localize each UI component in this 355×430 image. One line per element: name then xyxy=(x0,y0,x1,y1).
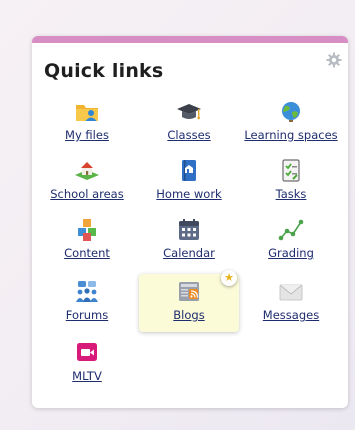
quick-link-home-work[interactable]: Home work xyxy=(139,157,239,209)
quick-link-label: MLTV xyxy=(72,369,102,383)
calendar-icon xyxy=(179,219,199,240)
line-chart-icon xyxy=(278,219,304,241)
quick-link-label: My files xyxy=(65,128,109,142)
quick-link-forums[interactable]: Forums xyxy=(37,278,137,330)
quick-link-label: Forums xyxy=(65,308,109,322)
quick-link-blogs[interactable]: ★ Blogs xyxy=(139,270,239,332)
quick-link-label: Messages xyxy=(262,308,320,322)
quick-link-label: Learning spaces xyxy=(244,128,338,142)
checklist-icon xyxy=(282,159,300,182)
quick-link-content[interactable]: Content xyxy=(37,216,137,268)
quick-link-label: Grading xyxy=(268,246,314,260)
quick-link-messages[interactable]: Messages xyxy=(241,278,341,330)
quick-link-calendar[interactable]: Calendar xyxy=(139,216,239,268)
blog-feed-icon xyxy=(179,282,199,301)
quick-link-classes[interactable]: Classes xyxy=(139,98,239,150)
quick-link-label: School areas xyxy=(50,187,124,201)
quick-link-label: Classes xyxy=(167,128,211,142)
graduation-cap-icon xyxy=(177,104,201,120)
card-accent-bar xyxy=(32,36,348,43)
quick-link-my-files[interactable]: My files xyxy=(37,98,137,150)
quick-link-tasks[interactable]: Tasks xyxy=(241,157,341,209)
gear-icon[interactable] xyxy=(326,52,342,68)
notebook-icon xyxy=(182,160,196,181)
card-title: Quick links xyxy=(44,60,164,82)
quick-link-learning-spaces[interactable]: Learning spaces xyxy=(241,98,341,150)
envelope-icon xyxy=(279,284,303,301)
quick-link-mltv[interactable]: MLTV xyxy=(37,339,137,391)
cubes-icon xyxy=(78,219,96,241)
quick-links-card: Quick links My files Classes Learning sp… xyxy=(32,36,348,408)
quick-link-label: Calendar xyxy=(163,246,215,260)
quick-link-grading[interactable]: Grading xyxy=(241,216,341,268)
school-building-icon xyxy=(75,162,99,180)
globe-icon xyxy=(282,102,300,122)
quick-link-label: Blogs xyxy=(173,308,205,322)
quick-link-label: Tasks xyxy=(275,187,307,201)
video-camera-icon xyxy=(77,343,97,361)
quick-link-label: Content xyxy=(64,246,110,260)
forum-people-icon xyxy=(76,281,98,302)
star-icon[interactable]: ★ xyxy=(221,270,237,286)
quick-link-school-areas[interactable]: School areas xyxy=(37,157,137,209)
folder-user-icon xyxy=(76,105,98,121)
quick-link-label: Home work xyxy=(156,187,222,201)
